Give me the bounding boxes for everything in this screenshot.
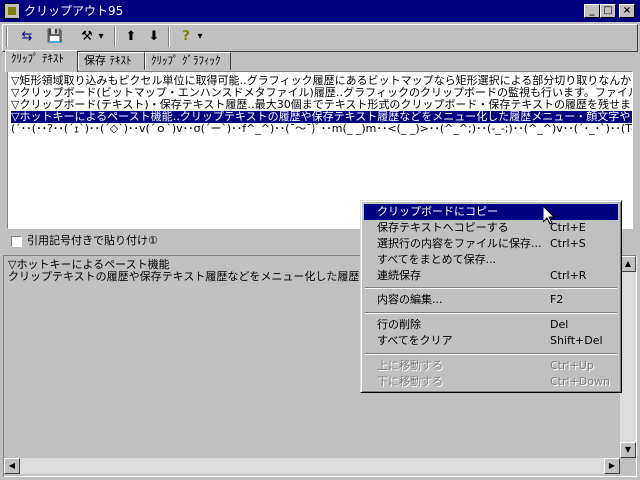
move-up-icon[interactable]: ⬆ (120, 27, 142, 47)
context-menu: クリップボードにコピー 保存テキストへコピーする Ctrl+E 選択行の内容をフ… (360, 200, 622, 393)
scroll-up-icon[interactable]: ▲ (620, 256, 636, 272)
title-bar[interactable]: クリップアウト95 _ □ × (0, 0, 640, 22)
save-icon[interactable]: 💾 (44, 27, 66, 47)
toolbar-separator (114, 27, 116, 47)
connect-icon[interactable]: ⇆ (16, 27, 38, 47)
menu-item-delete-row[interactable]: 行の削除 Del (364, 317, 618, 333)
tab-clip-text[interactable]: ｸﾘｯﾌﾟ ﾃｷｽﾄ (5, 50, 78, 72)
tab-clip-graphic[interactable]: ｸﾘｯﾌﾟ ｸﾞﾗﾌｨｯｸ (145, 52, 231, 70)
scroll-down-icon[interactable]: ▼ (620, 442, 636, 458)
help-dropdown-icon[interactable]: ▾ (194, 27, 206, 47)
list-item[interactable]: (´･･(･･?･･(´ｪ`)･･(´◇`)･･v(´ｏ`)v･･σ(´ー`)･… (11, 123, 632, 135)
window-title: クリップアウト95 (24, 4, 124, 18)
close-button[interactable]: × (619, 4, 635, 18)
vertical-scrollbar[interactable]: ▲ ▼ (620, 256, 636, 458)
minimize-button[interactable]: _ (584, 4, 600, 18)
menu-item-clear-all[interactable]: すべてをクリア Shift+Del (364, 333, 618, 349)
maximize-button[interactable]: □ (600, 4, 616, 18)
move-down-icon[interactable]: ⬇ (143, 27, 165, 47)
mouse-cursor-icon (543, 206, 555, 225)
scroll-left-icon[interactable]: ◀ (4, 458, 20, 474)
menu-item-move-down: 下に移動する Ctrl+Down (377, 375, 610, 388)
menu-separator (365, 353, 617, 355)
menu-item-save-selected[interactable]: 選択行の内容をファイルに保存... Ctrl+S (364, 236, 618, 252)
menu-item-copy-to-clipboard[interactable]: クリップボードにコピー (364, 204, 618, 220)
scroll-right-icon[interactable]: ▶ (604, 458, 620, 474)
tab-saved-text[interactable]: 保存 ﾃｷｽﾄ (78, 52, 145, 70)
toolbar-grip (6, 27, 8, 47)
horizontal-scrollbar[interactable]: ◀ ▶ (4, 458, 620, 474)
menu-separator (365, 287, 617, 289)
preview-line: クリップテキストの履歴や保存テキスト履歴などをメニュー化した履歴メ (8, 270, 371, 283)
menu-item-continuous-save[interactable]: 連続保存 Ctrl+R (364, 268, 618, 284)
quote-paste-checkbox[interactable] (11, 236, 22, 247)
menu-item-move-up: 上に移動する Ctrl+Up (377, 359, 594, 372)
menu-item-edit-content[interactable]: 内容の編集... F2 (364, 292, 618, 308)
tools-dropdown-icon[interactable]: ▾ (95, 27, 107, 47)
app-icon[interactable] (4, 3, 20, 19)
quote-paste-label[interactable]: 引用記号付きで貼り付け① (27, 234, 158, 248)
menu-item-copy-to-saved[interactable]: 保存テキストへコピーする Ctrl+E (364, 220, 618, 236)
toolbar-separator (168, 27, 170, 47)
menu-separator (365, 312, 617, 314)
size-grip[interactable] (620, 458, 636, 474)
menu-item-save-all[interactable]: すべてをまとめて保存... (364, 252, 618, 268)
